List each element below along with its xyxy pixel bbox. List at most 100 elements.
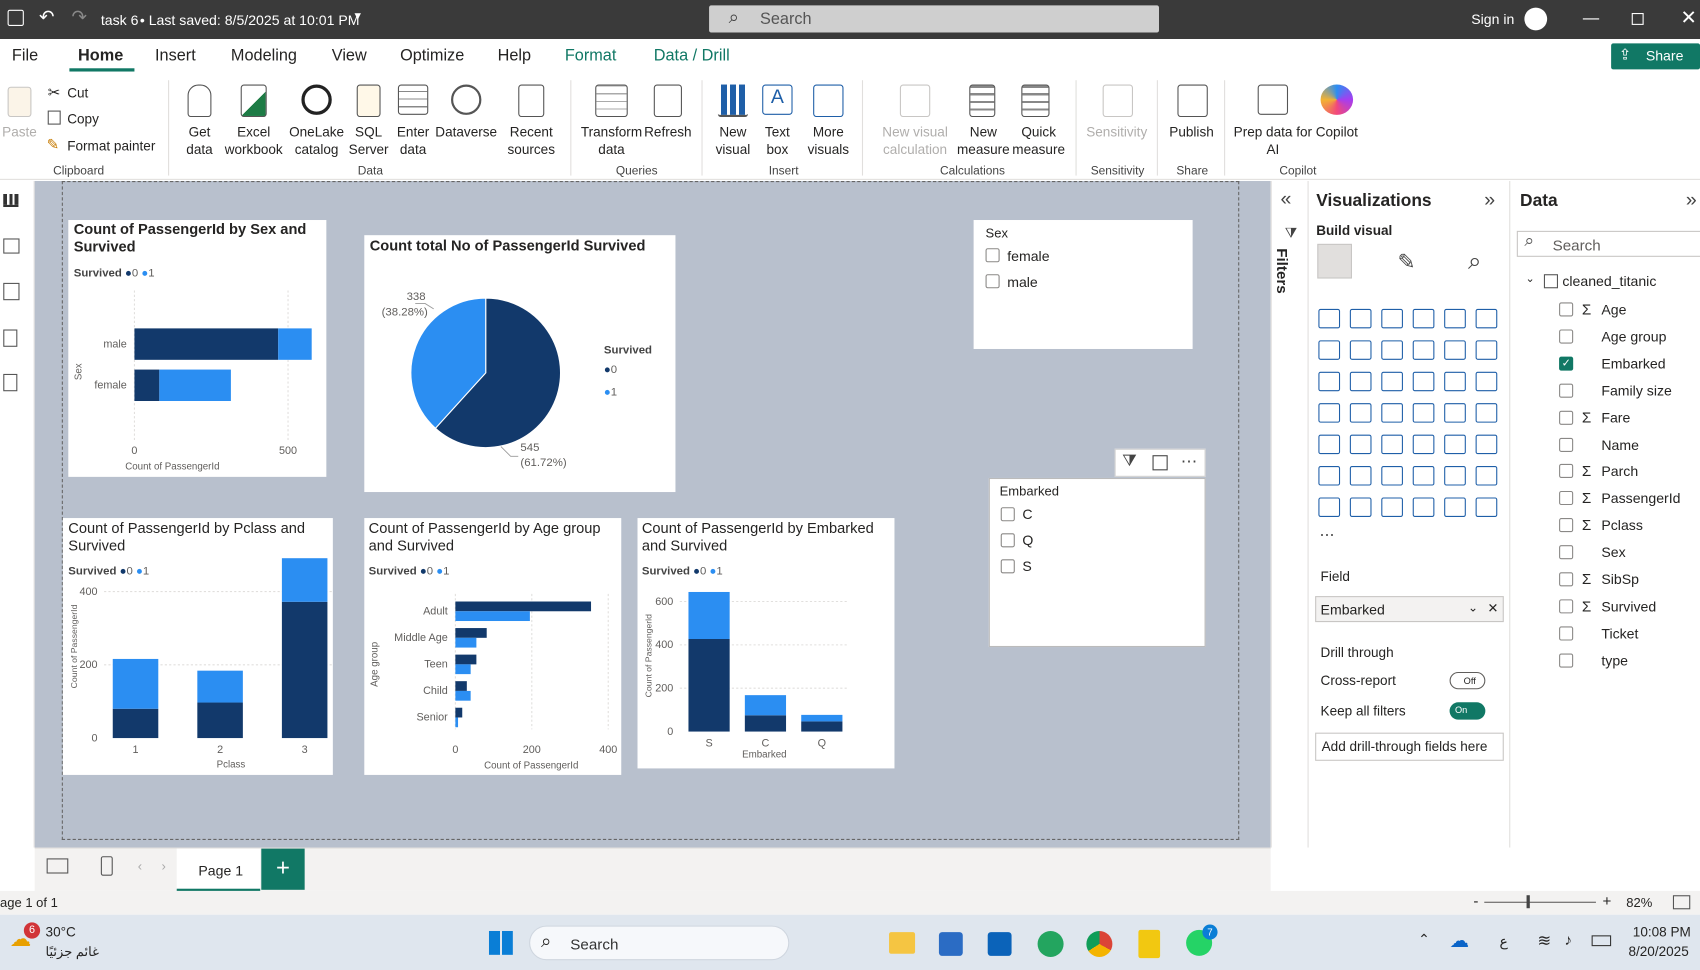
slicer-option[interactable]: female xyxy=(1007,248,1049,264)
visual-type-icon[interactable] xyxy=(1412,434,1435,455)
format-painter-button[interactable]: Format painter xyxy=(67,138,155,155)
field-name[interactable]: Family size xyxy=(1601,382,1671,398)
filters-label[interactable]: Filters xyxy=(1274,248,1291,294)
outlook-icon[interactable] xyxy=(987,932,1012,956)
field-name[interactable]: Age xyxy=(1601,301,1626,317)
prev-page-icon[interactable]: ‹ xyxy=(138,858,142,873)
cross-report-toggle[interactable]: Off xyxy=(1449,671,1486,690)
pclass-survived-chart[interactable]: Count of PassengerId by Pclass and Survi… xyxy=(62,518,333,775)
field-name[interactable]: PassengerId xyxy=(1601,490,1680,506)
chrome-icon[interactable] xyxy=(1086,930,1113,957)
visual-type-icon[interactable] xyxy=(1475,497,1498,517)
edge-icon[interactable] xyxy=(1037,930,1064,957)
menu-optimize[interactable]: Optimize xyxy=(400,47,464,65)
more-options-icon[interactable]: ⋯ xyxy=(1181,452,1197,471)
visual-type-icon[interactable] xyxy=(1349,308,1372,329)
visual-type-icon[interactable] xyxy=(1349,466,1372,486)
visual-type-icon[interactable] xyxy=(1349,403,1372,423)
menu-data-drill[interactable]: Data / Drill xyxy=(654,47,730,65)
visual-type-icon[interactable] xyxy=(1381,308,1403,329)
field-well[interactable]: Embarked ⌄ ✕ xyxy=(1315,596,1504,623)
field-name[interactable]: Survived xyxy=(1601,598,1656,614)
zoom-in-icon[interactable]: + xyxy=(1602,892,1611,909)
filter-icon[interactable]: ⧩ xyxy=(1122,452,1137,470)
data-search-box[interactable]: ⌕ Search xyxy=(1516,230,1700,257)
field-checkbox[interactable] xyxy=(1559,437,1574,452)
cut-button[interactable]: Cut xyxy=(67,85,88,102)
field-checkbox[interactable] xyxy=(1559,653,1574,668)
model-view-icon[interactable] xyxy=(3,282,20,301)
visual-type-icon[interactable] xyxy=(1444,371,1466,392)
mobile-layout-icon[interactable] xyxy=(100,856,113,876)
visual-type-icon[interactable] xyxy=(1412,497,1435,517)
sign-in-link[interactable]: Sign in xyxy=(1471,11,1514,27)
survived-pie-chart[interactable]: Count total No of PassengerId Survived 3… xyxy=(364,235,676,493)
zoom-level[interactable]: 82% xyxy=(1626,895,1652,910)
menu-file[interactable]: File xyxy=(12,47,38,65)
menu-home[interactable]: Home xyxy=(78,47,123,65)
clock-date[interactable]: 8/20/2025 xyxy=(1628,944,1688,959)
field-name[interactable]: type xyxy=(1601,652,1628,668)
new-visual-button[interactable]: New visual xyxy=(711,124,754,159)
field-name[interactable]: Parch xyxy=(1601,463,1638,479)
field-checkbox[interactable] xyxy=(1559,599,1574,614)
table-name[interactable]: cleaned_titanic xyxy=(1562,273,1656,289)
input-language[interactable]: ع xyxy=(1499,933,1507,950)
field-checkbox[interactable] xyxy=(1559,329,1574,344)
field-name[interactable]: Pclass xyxy=(1601,517,1643,533)
visual-type-icon[interactable] xyxy=(1318,340,1341,360)
dax-query-icon[interactable] xyxy=(3,329,18,347)
field-name[interactable]: Age group xyxy=(1601,328,1666,344)
prep-data-button[interactable]: Prep data for AI xyxy=(1232,124,1314,159)
field-name[interactable]: Fare xyxy=(1601,409,1630,425)
visual-type-icon[interactable] xyxy=(1444,403,1466,423)
visual-type-icon[interactable] xyxy=(1318,308,1341,329)
table-view-icon[interactable] xyxy=(3,238,20,254)
minimize-icon[interactable]: — xyxy=(1583,9,1599,27)
field-checkbox[interactable] xyxy=(1559,410,1574,425)
visual-type-icon[interactable] xyxy=(1412,340,1435,360)
checkbox[interactable] xyxy=(985,274,1000,289)
field-checkbox[interactable] xyxy=(1559,518,1574,533)
checkbox[interactable] xyxy=(1000,559,1015,574)
chevron-down-icon[interactable]: ▼ xyxy=(352,11,363,23)
copy-button[interactable]: Copy xyxy=(67,111,99,128)
onedrive-icon[interactable]: ☁ xyxy=(1450,930,1470,953)
field-checkbox[interactable] xyxy=(1559,464,1574,479)
visual-type-icon[interactable] xyxy=(1475,308,1498,329)
visual-type-icon[interactable] xyxy=(1381,466,1403,486)
dataverse-button[interactable]: Dataverse xyxy=(434,124,499,141)
get-data-button[interactable]: Get data xyxy=(176,124,224,159)
visual-type-icon[interactable] xyxy=(1444,308,1466,329)
excel-workbook-button[interactable]: Excel workbook xyxy=(221,124,286,159)
visual-type-icon[interactable] xyxy=(1475,434,1498,455)
collapse-icon[interactable]: » xyxy=(1484,189,1495,212)
enter-data-button[interactable]: Enter data xyxy=(394,124,433,159)
transform-data-button[interactable]: Transform data xyxy=(577,124,646,159)
file-explorer-icon[interactable] xyxy=(889,932,916,954)
zoom-slider-thumb[interactable] xyxy=(1526,895,1530,909)
taskbar-search[interactable]: ⌕ Search xyxy=(529,925,790,961)
visual-type-icon[interactable] xyxy=(1475,403,1498,423)
visual-type-icon[interactable] xyxy=(1381,371,1403,392)
clock-time[interactable]: 10:08 PM xyxy=(1633,924,1691,939)
drill-through-well[interactable]: Add drill-through fields here xyxy=(1315,732,1504,761)
field-name[interactable]: SibSp xyxy=(1601,571,1639,587)
visual-type-icon[interactable] xyxy=(1412,403,1435,423)
show-hidden-icons[interactable]: ⌃ xyxy=(1418,931,1430,948)
embarked-survived-chart[interactable]: Count of PassengerId by Embarked and Sur… xyxy=(637,518,895,769)
field-checkbox[interactable]: ✓ xyxy=(1559,356,1574,371)
visual-type-icon[interactable] xyxy=(1349,371,1372,392)
share-button[interactable]: ⇪ Share xyxy=(1611,43,1700,70)
build-visual-tab-icon[interactable] xyxy=(1317,243,1352,279)
visual-type-icon[interactable] xyxy=(1475,340,1498,360)
undo-icon[interactable]: ↶ xyxy=(39,7,54,29)
paste-button[interactable]: Paste xyxy=(2,124,37,141)
new-measure-button[interactable]: New measure xyxy=(956,124,1010,159)
recent-sources-button[interactable]: Recent sources xyxy=(498,124,565,159)
collapse-icon[interactable]: » xyxy=(1686,189,1697,212)
next-page-icon[interactable]: › xyxy=(162,858,166,873)
visual-type-icon[interactable] xyxy=(1381,340,1403,360)
close-icon[interactable]: ✕ xyxy=(1681,7,1697,30)
sex-slicer[interactable]: Sex female male xyxy=(973,220,1193,349)
